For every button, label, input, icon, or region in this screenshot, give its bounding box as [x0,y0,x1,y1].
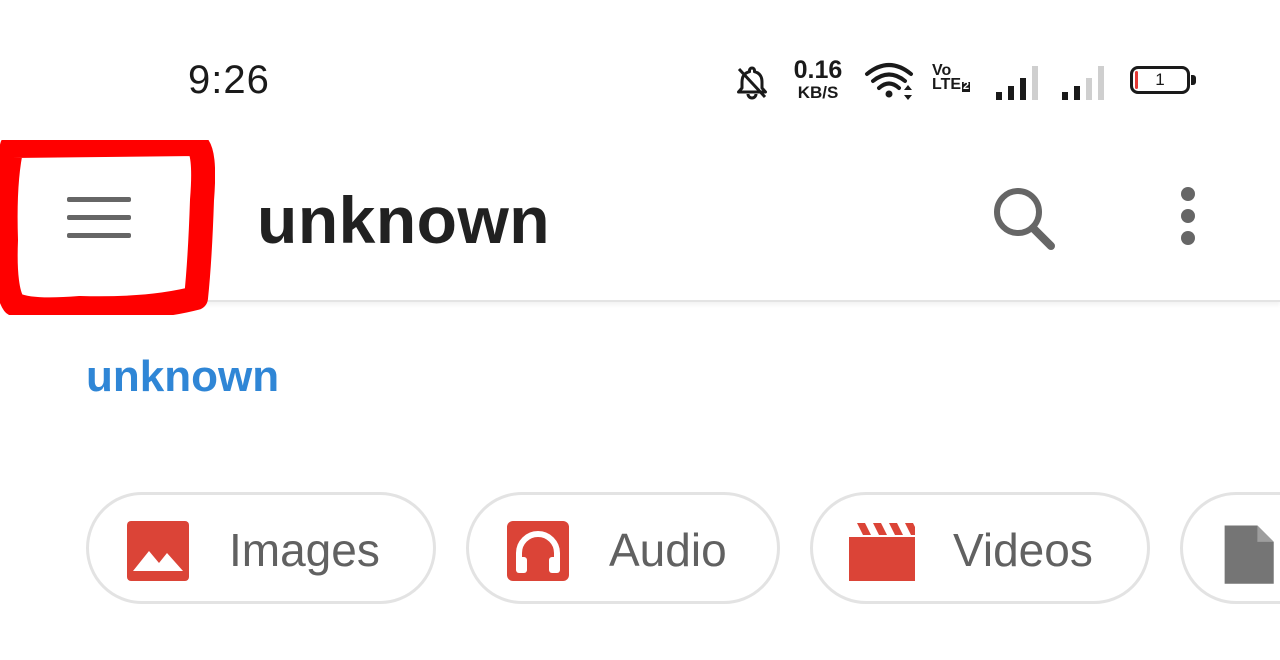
file-manager-screen: 9:26 0.16 KB/S Vo LTE 2 1 unknown unknow… [0,0,1280,660]
headphones-icon [507,521,569,581]
category-documents-chip[interactable] [1180,492,1280,604]
signal-icon [996,66,1038,100]
network-speed-unit: KB/S [797,83,839,102]
battery-icon: 1 [1130,66,1196,94]
wifi-icon [865,63,913,100]
category-audio-label: Audio [609,524,727,576]
category-videos-label: Videos [953,524,1093,576]
document-icon [1224,525,1274,584]
red-highlight-annotation [0,140,215,315]
search-button[interactable] [985,180,1065,260]
image-icon [127,521,189,581]
bell-off-icon [737,66,767,100]
more-vertical-icon [1181,187,1195,245]
network-speed-value: 0.16 [793,56,843,84]
volte-sim: 2 [962,80,971,93]
breadcrumb[interactable]: unknown [86,352,279,402]
category-videos-chip[interactable]: Videos [810,492,1150,604]
volte-line2: LTE [932,76,962,94]
clapperboard-icon [849,523,915,581]
app-toolbar: unknown [0,140,1280,315]
search-icon [994,188,1055,250]
toolbar-title: unknown [257,183,551,257]
more-options-button[interactable] [1163,180,1213,260]
category-images-label: Images [229,524,380,576]
category-chips: Images Audio Videos [0,492,1280,607]
network-speed: 0.16 KB/S [789,56,847,102]
volte-indicator: Vo LTE 2 [932,62,971,94]
status-icons: 0.16 KB/S Vo LTE 2 1 [0,56,1280,106]
battery-level: 1 [1155,70,1165,89]
signal-icon [1062,66,1104,100]
hamburger-menu-icon [67,197,131,238]
category-images-chip[interactable]: Images [86,492,436,604]
category-audio-chip[interactable]: Audio [466,492,780,604]
menu-button[interactable] [0,140,215,315]
